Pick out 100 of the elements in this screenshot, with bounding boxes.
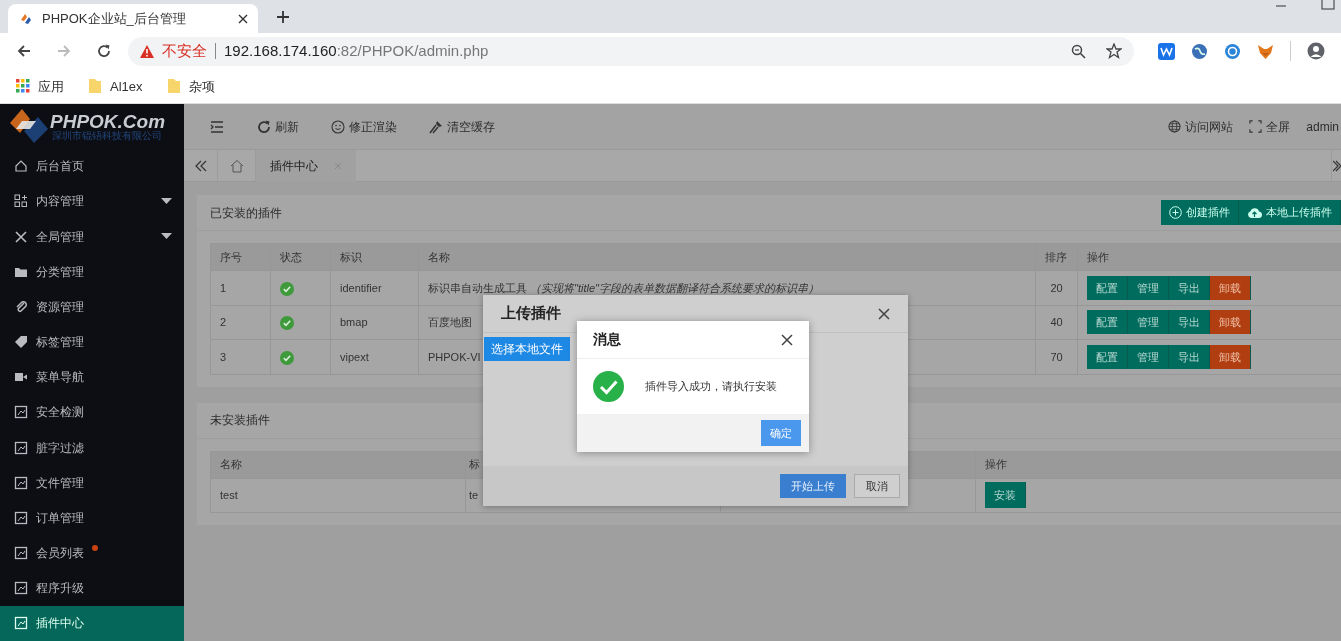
sidebar-item[interactable]: 安全检测 — [0, 394, 184, 430]
close-icon[interactable] — [781, 333, 793, 346]
action-button[interactable]: 配置 — [1087, 310, 1128, 335]
action-button[interactable]: 配置 — [1087, 275, 1128, 300]
table-cell: 3 — [210, 339, 271, 375]
browser-tab[interactable]: PHPOK企业站_后台管理 — [8, 4, 258, 33]
sidebar-item[interactable]: 文件管理 — [0, 465, 184, 501]
grid-icon — [14, 194, 28, 209]
toolbar-button[interactable]: 修正渲染 — [331, 117, 397, 136]
action-button[interactable]: 导出 — [1169, 310, 1210, 335]
panel-title: 未安装插件 — [210, 412, 270, 430]
image-icon — [14, 440, 28, 455]
action-button[interactable]: 导出 — [1169, 344, 1210, 369]
smile-icon — [331, 119, 345, 134]
sidebar-item[interactable]: 后台首页 — [0, 148, 184, 184]
bookmark-item[interactable]: Al1ex — [88, 76, 143, 97]
extension-icon[interactable] — [1224, 42, 1241, 60]
reload-icon[interactable] — [96, 43, 112, 60]
sidebar-item[interactable]: 资源管理 — [0, 289, 184, 325]
image-icon — [14, 546, 28, 561]
choose-file-button[interactable]: 选择本地文件 — [484, 337, 570, 362]
menu-toggle-button[interactable] — [210, 119, 224, 134]
sidebar-item[interactable]: 订单管理 — [0, 500, 184, 536]
globe-icon — [1168, 120, 1182, 134]
address-bar[interactable]: 不安全 192.168.174.160:82/PHPOK/admin.php — [128, 36, 1134, 66]
table-cell: identifier — [330, 270, 419, 306]
panel-title: 已安装的插件 — [210, 204, 282, 222]
new-tab-icon[interactable] — [276, 10, 290, 24]
header-link[interactable]: admin — [1306, 117, 1339, 136]
image-icon — [14, 475, 28, 490]
menu-icon — [210, 119, 224, 134]
sidebar-item[interactable]: 全局管理 — [0, 218, 184, 255]
message-text: 插件导入成功，请执行安装 — [645, 379, 777, 395]
table-cell: 70 — [1035, 339, 1078, 375]
toolbar-button[interactable]: 创建插件 — [1161, 200, 1239, 226]
dialog-title: 上传插件 — [501, 303, 561, 324]
refresh-icon — [257, 119, 271, 134]
action-button[interactable]: 配置 — [1087, 344, 1128, 369]
bookmark-item[interactable]: 杂项 — [166, 76, 215, 97]
bookmark-star-icon[interactable] — [1106, 43, 1122, 60]
broom-icon — [429, 119, 443, 134]
table-cell: test — [210, 478, 466, 513]
company-name: 深圳市锟铻科技有限公司 — [52, 130, 163, 141]
url-text: 192.168.174.160:82/PHPOK/admin.php — [224, 41, 489, 62]
sidebar-item[interactable]: 插件中心 — [0, 605, 184, 641]
header-link[interactable]: 全屏 — [1249, 117, 1291, 136]
logo-text: PHPOK.Com — [50, 111, 166, 131]
sidebar-item[interactable]: 脏字过滤 — [0, 430, 184, 466]
table-cell: 1 — [210, 270, 271, 306]
sidebar-item[interactable]: 标签管理 — [0, 324, 184, 360]
column-header: 标识 — [330, 243, 419, 271]
double-chevron-right-icon — [1332, 159, 1341, 172]
column-header: 状态 — [270, 243, 331, 271]
folder-icon — [166, 78, 181, 95]
header-link[interactable]: 访问网站 — [1168, 117, 1234, 136]
toolbar-button[interactable]: 清空缓存 — [429, 117, 495, 136]
close-icon[interactable] — [878, 307, 890, 320]
page-tab[interactable]: 插件中心 — [256, 150, 356, 183]
maximize-icon[interactable] — [1321, 0, 1335, 10]
action-button[interactable]: 管理 — [1128, 310, 1169, 335]
table-cell: 2 — [210, 305, 271, 340]
sidebar-item[interactable]: 会员列表 — [0, 535, 184, 571]
ok-button[interactable]: 确定 — [761, 420, 801, 447]
zoom-icon[interactable] — [1071, 43, 1086, 59]
action-button[interactable]: 管理 — [1128, 275, 1169, 300]
table-cell: 20 — [1035, 270, 1078, 306]
action-button[interactable]: 管理 — [1128, 344, 1169, 369]
cancel-button[interactable]: 取消 — [854, 474, 900, 499]
profile-icon[interactable] — [1307, 42, 1325, 61]
security-label: 不安全 — [162, 41, 207, 62]
bookmark-item[interactable]: 应用 — [16, 76, 64, 97]
tab-title: PHPOK企业站_后台管理 — [42, 9, 187, 28]
sidebar-item[interactable]: 菜单导航 — [0, 359, 184, 395]
image-icon — [14, 581, 28, 596]
install-button[interactable]: 安装 — [985, 482, 1026, 509]
fox-extension-icon[interactable] — [1257, 42, 1274, 60]
action-button[interactable]: 卸载 — [1210, 344, 1251, 369]
sidebar-item[interactable]: 内容管理 — [0, 183, 184, 219]
double-chevron-left-icon — [194, 159, 207, 172]
close-icon[interactable] — [238, 13, 248, 24]
globe-extension-icon[interactable] — [1191, 42, 1208, 60]
sidebar-item[interactable]: 程序升级 — [0, 570, 184, 606]
action-button[interactable]: 卸载 — [1210, 310, 1251, 335]
tag-icon — [14, 335, 28, 350]
upload-button[interactable]: 开始上传 — [780, 474, 846, 499]
toolbar-button[interactable]: 本地上传插件 — [1239, 200, 1341, 226]
fullscreen-icon — [1249, 120, 1263, 134]
sidebar-item[interactable]: 分类管理 — [0, 254, 184, 290]
image-icon — [14, 510, 28, 525]
image-icon — [14, 616, 28, 631]
action-button[interactable]: 导出 — [1169, 275, 1210, 300]
column-header: 操作 — [1077, 243, 1341, 271]
action-button[interactable]: 卸载 — [1210, 275, 1251, 300]
extension-icon[interactable] — [1158, 42, 1175, 60]
column-header: 排序 — [1035, 243, 1078, 271]
scroll-right-button[interactable] — [1331, 150, 1341, 182]
toolbar-button[interactable]: 刷新 — [257, 117, 299, 136]
apps-grid-icon — [16, 79, 30, 94]
tools-icon — [14, 229, 28, 244]
table-cell: bmap — [330, 305, 419, 340]
